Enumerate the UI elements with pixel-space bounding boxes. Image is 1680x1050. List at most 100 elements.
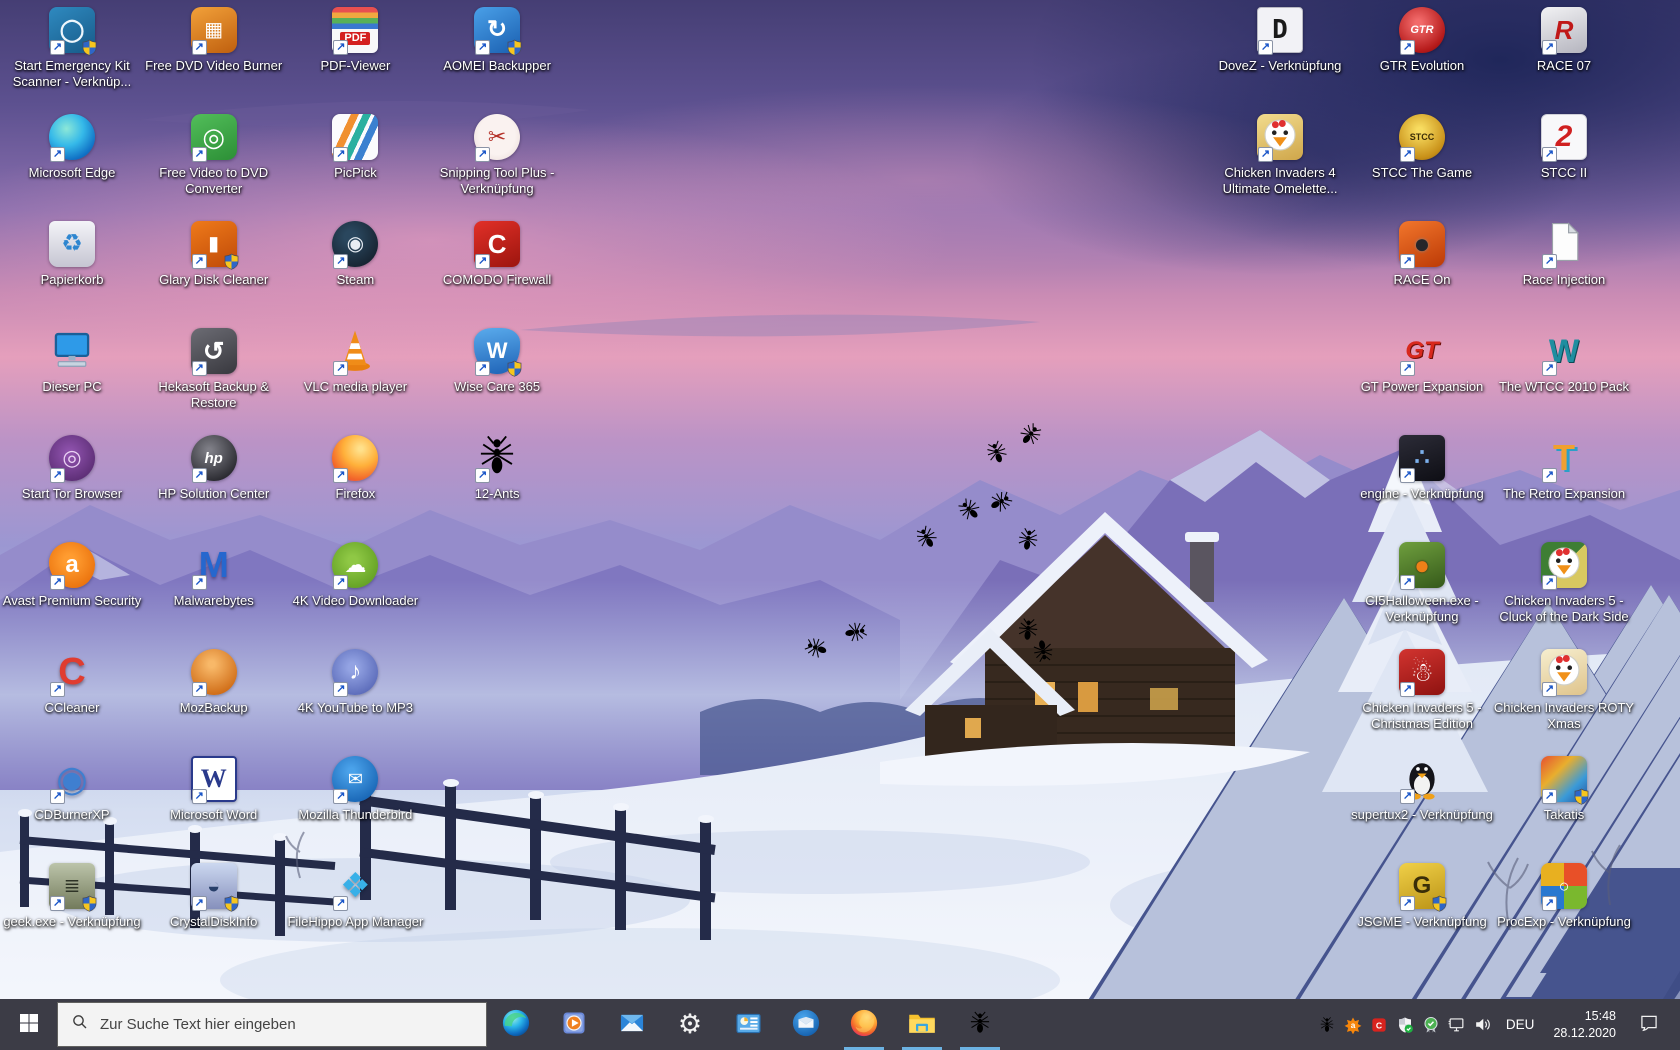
desktop-icon-snipping-tool-plus-verkn-pfung[interactable]: ✂ ↗ Snipping Tool Plus - Verknüpfung: [422, 114, 572, 198]
desktop-icon-microsoft-edge[interactable]: ↗ Microsoft Edge: [0, 114, 147, 181]
desktop-icon-picpick[interactable]: ↗ PicPick: [280, 114, 430, 181]
desktop-icon-filehippo-app-manager[interactable]: ❖ ↗ FileHippo App Manager: [280, 863, 430, 930]
desktop-icon-mozilla-thunderbird[interactable]: ✉ ↗ Mozilla Thunderbird: [280, 756, 430, 823]
taskbar-button-twelve-ants[interactable]: [951, 999, 1009, 1050]
desktop-icon-geek-exe-verkn-pfung[interactable]: ≣ ↗ geek.exe - Verknüpfung: [0, 863, 147, 930]
desktop-icon-wise-care-365[interactable]: W ↗ Wise Care 365: [422, 328, 572, 395]
desktop-icon-dovez-verkn-pfung[interactable]: D ↗ DoveZ - Verknüpfung: [1205, 7, 1355, 74]
glyph-icon: ✂: [487, 124, 507, 149]
desktop-icon-label: Firefox: [335, 486, 376, 501]
uac-shield-icon: [1431, 895, 1448, 912]
desktop-icon-crystaldiskinfo[interactable]: ◒ ↗ CrystalDiskInfo: [139, 863, 289, 930]
taskbar-button-firefox[interactable]: [835, 999, 893, 1050]
language-indicator[interactable]: DEU: [1498, 1017, 1543, 1032]
glyph-icon: ≣: [63, 875, 81, 897]
desktop-icon-ccleaner[interactable]: C ↗ CCleaner: [0, 649, 147, 716]
desktop-icon-4k-youtube-to-mp3[interactable]: ♪ ↗ 4K YouTube to MP3: [280, 649, 430, 716]
desktop-icon-chicken-invaders-5-cluck-of-the-dark-side[interactable]: ↗ Chicken Invaders 5 - Cluck of the Dark …: [1489, 542, 1639, 626]
shortcut-arrow-icon: ↗: [50, 40, 65, 55]
desktop-icon-race-injection[interactable]: ↗ Race Injection: [1489, 221, 1639, 288]
desktop-icon-malwarebytes[interactable]: M ↗ Malwarebytes: [139, 542, 289, 609]
desktop-icon-hp-solution-center[interactable]: hp ↗ HP Solution Center: [139, 435, 289, 502]
icon-art: D ↗: [1257, 7, 1303, 55]
desktop-icon-gtr-evolution[interactable]: GTR ↗ GTR Evolution: [1347, 7, 1497, 74]
desktop-icon-hekasoft-backup-restore[interactable]: ↺ ↗ Hekasoft Backup & Restore: [139, 328, 289, 412]
taskbar-button-media-player[interactable]: [545, 999, 603, 1050]
desktop-icon-chicken-invaders-5-christmas-edition[interactable]: ☃ ↗ Chicken Invaders 5 - Christmas Edition: [1347, 649, 1497, 733]
glyph-icon: GT: [1405, 337, 1439, 364]
taskbar-button-file-explorer[interactable]: [893, 999, 951, 1050]
tray-defender-icon[interactable]: [1392, 999, 1418, 1050]
desktop-icon-vlc-media-player[interactable]: ↗ VLC media player: [280, 328, 430, 395]
desktop-icon-race-07[interactable]: R ↗ RACE 07: [1489, 7, 1639, 74]
desktop-icon-label: Mozilla Thunderbird: [298, 807, 413, 822]
desktop-icon-gt-power-expansion[interactable]: GT ↗ GT Power Expansion: [1347, 328, 1497, 395]
desktop-icon-takatis[interactable]: ↗ Takatis: [1489, 756, 1639, 823]
desktop-icon-label: CCleaner: [44, 700, 100, 715]
desktop-icon-steam[interactable]: ◉ ↗ Steam: [280, 221, 430, 288]
desktop-icon-mozbackup[interactable]: ↗ MozBackup: [139, 649, 289, 716]
desktop-icon-supertux2-verkn-pfung[interactable]: ↗ supertux2 - Verknüpfung: [1347, 756, 1497, 823]
desktop-icon-pdf-viewer[interactable]: PDF ↗ PDF-Viewer: [280, 7, 430, 74]
svg-text:C: C: [1376, 1020, 1383, 1030]
desktop-icon-stcc-ii[interactable]: 2 ↗ STCC II: [1489, 114, 1639, 181]
desktop-icon-free-dvd-video-burner[interactable]: ▦ ↗ Free DVD Video Burner: [139, 7, 289, 74]
desktop-icon-engine-verkn-pfung[interactable]: ∴ ↗ engine - Verknüpfung: [1347, 435, 1497, 502]
taskbar-button-mail[interactable]: [603, 999, 661, 1050]
desktop-icon-glary-disk-cleaner[interactable]: ▮ ↗ Glary Disk Cleaner: [139, 221, 289, 288]
tray-volume-icon[interactable]: [1470, 999, 1496, 1050]
icon-art: [49, 328, 95, 374]
shortcut-arrow-icon: ↗: [1400, 254, 1415, 269]
desktop-icon-dieser-pc[interactable]: Dieser PC: [0, 328, 147, 395]
desktop-icon-stcc-the-game[interactable]: STCC ↗ STCC The Game: [1347, 114, 1497, 181]
desktop-icon-avast-premium-security[interactable]: a ↗ Avast Premium Security: [0, 542, 147, 609]
desktop-icon-papierkorb[interactable]: ♻ Papierkorb: [0, 221, 147, 288]
desktop-icon-start-emergency-kit-scanner-verkn-p[interactable]: ◯ ↗ Start Emergency Kit Scanner - Verknüp.…: [0, 7, 147, 91]
desktop-icon-race-on[interactable]: ● ↗ RACE On: [1347, 221, 1497, 288]
tray-comodo-icon[interactable]: C: [1366, 999, 1392, 1050]
desktop-icon-chicken-invaders-4-ultimate-omelette[interactable]: ↗ Chicken Invaders 4 Ultimate Omelette...: [1205, 114, 1355, 198]
taskbar-clock[interactable]: 15:48 28.12.2020: [1544, 1008, 1625, 1042]
desktop-icon-the-wtcc-2010-pack[interactable]: W ↗ The WTCC 2010 Pack: [1489, 328, 1639, 395]
icon-art: ↗: [1257, 114, 1303, 162]
taskbar-button-system-info[interactable]: [719, 999, 777, 1050]
icon-art: ↗: [190, 649, 237, 697]
tray-ant-icon[interactable]: [1314, 999, 1340, 1050]
tray-health-badge-icon[interactable]: [1418, 999, 1444, 1050]
twelve-ants-icon: [967, 1010, 993, 1039]
desktop-icon-4k-video-downloader[interactable]: ☁ ↗ 4K Video Downloader: [280, 542, 430, 609]
tray-avast-icon[interactable]: a: [1340, 999, 1366, 1050]
taskbar-button-settings[interactable]: ⚙: [661, 999, 719, 1050]
desktop-icon-ci5halloween-exe-verkn-pfung[interactable]: ● ↗ CI5Halloween.exe - Verknüpfung: [1347, 542, 1497, 626]
taskbar-button-thunderbird[interactable]: [777, 999, 835, 1050]
start-button[interactable]: [0, 999, 57, 1050]
desktop-icon-chicken-invaders-roty-xmas[interactable]: ↗ Chicken Invaders ROTY Xmas: [1489, 649, 1639, 733]
glyph-icon: G: [1412, 872, 1432, 899]
icon-art: ◉ ↗: [332, 221, 379, 269]
search-input[interactable]: Zur Suche Text hier eingeben: [57, 1002, 487, 1047]
desktop-icon-label: CI5Halloween.exe - Verknüpfung: [1365, 593, 1479, 625]
desktop-icon-label: MozBackup: [179, 700, 248, 715]
uac-shield-icon: [81, 39, 98, 56]
action-center-button[interactable]: [1627, 1013, 1671, 1036]
desktop-icon-comodo-firewall[interactable]: C ↗ COMODO Firewall: [422, 221, 572, 288]
action-center-icon: [1639, 1013, 1659, 1036]
taskbar-button-microsoft-edge[interactable]: [487, 999, 545, 1050]
desktop-icon-aomei-backupper[interactable]: ↻ ↗ AOMEI Backupper: [422, 7, 572, 74]
system-info-icon: [734, 1009, 763, 1041]
desktop-icon-the-retro-expansion[interactable]: T ↗ The Retro Expansion: [1489, 435, 1639, 502]
desktop-icon-procexp-verkn-pfung[interactable]: ○ ↗ ProcExp - Verknüpfung: [1489, 863, 1639, 930]
desktop-icon-start-tor-browser[interactable]: ◎ ↗ Start Tor Browser: [0, 435, 147, 502]
desktop-icon-cdburnerxp[interactable]: ◉ ↗ CDBurnerXP: [0, 756, 147, 823]
file-explorer-icon: [907, 1010, 937, 1039]
desktop-icon-jsgme-verkn-pfung[interactable]: G ↗ JSGME - Verknüpfung: [1347, 863, 1497, 930]
desktop-icon-free-video-to-dvd-converter[interactable]: ◎ ↗ Free Video to DVD Converter: [139, 114, 289, 198]
desktop-icon-label: Free DVD Video Burner: [145, 58, 283, 73]
thunderbird-icon: [791, 1008, 821, 1041]
desktop-icon-12-ants[interactable]: ↗ 12-Ants: [422, 435, 572, 502]
icon-art: G ↗: [1399, 863, 1448, 912]
desktop-icon-microsoft-word[interactable]: W ↗ Microsoft Word: [139, 756, 289, 823]
desktop-icon-label: Chicken Invaders 5 - Christmas Edition: [1362, 700, 1482, 732]
desktop-icon-firefox[interactable]: ↗ Firefox: [280, 435, 430, 502]
tray-network-icon[interactable]: [1444, 999, 1470, 1050]
